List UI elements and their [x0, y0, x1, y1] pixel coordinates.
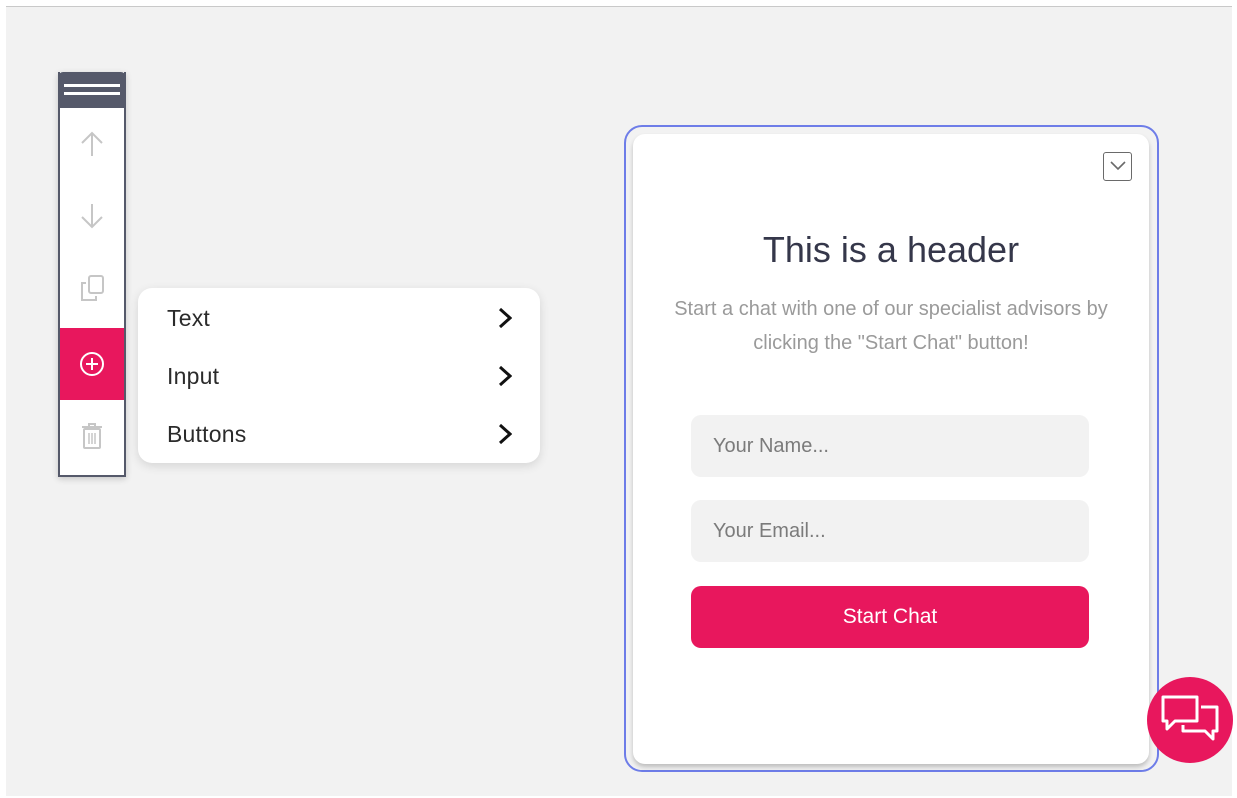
element-toolbar: [58, 72, 126, 477]
move-up-button[interactable]: [60, 108, 124, 180]
chevron-right-icon: [498, 423, 512, 445]
start-chat-button[interactable]: Start Chat: [691, 586, 1089, 648]
menu-item-input[interactable]: Input: [138, 347, 540, 405]
chevron-right-icon: [498, 307, 512, 329]
toolbar-drag-handle[interactable]: [58, 72, 126, 108]
delete-button[interactable]: [60, 400, 124, 472]
chat-launcher-button[interactable]: [1147, 677, 1233, 763]
menu-item-text[interactable]: Text: [138, 289, 540, 347]
chevron-right-icon: [498, 365, 512, 387]
menu-item-label: Input: [167, 362, 220, 389]
menu-item-buttons[interactable]: Buttons: [138, 405, 540, 463]
arrow-up-icon: [79, 129, 105, 159]
duplicate-icon: [77, 273, 107, 303]
menu-item-label: Text: [167, 304, 210, 331]
chat-widget-preview: This is a header Start a chat with one o…: [633, 134, 1149, 764]
duplicate-button[interactable]: [60, 252, 124, 324]
arrow-down-icon: [79, 201, 105, 231]
add-circle-icon: [78, 350, 106, 378]
drag-handle-line: [64, 92, 120, 95]
chat-bubbles-icon: [1159, 693, 1221, 748]
chevron-down-icon: [1109, 158, 1126, 176]
add-element-menu: Text Input Buttons: [138, 288, 540, 463]
email-input[interactable]: [691, 500, 1089, 562]
widget-subtext[interactable]: Start a chat with one of our specialist …: [651, 292, 1131, 360]
trash-icon: [79, 421, 105, 451]
add-element-button[interactable]: [60, 328, 124, 400]
widget-header[interactable]: This is a header: [633, 229, 1149, 271]
menu-item-label: Buttons: [167, 420, 247, 447]
name-input[interactable]: [691, 415, 1089, 477]
move-down-button[interactable]: [60, 180, 124, 252]
collapse-widget-button[interactable]: [1103, 152, 1132, 181]
drag-handle-line: [64, 84, 120, 87]
